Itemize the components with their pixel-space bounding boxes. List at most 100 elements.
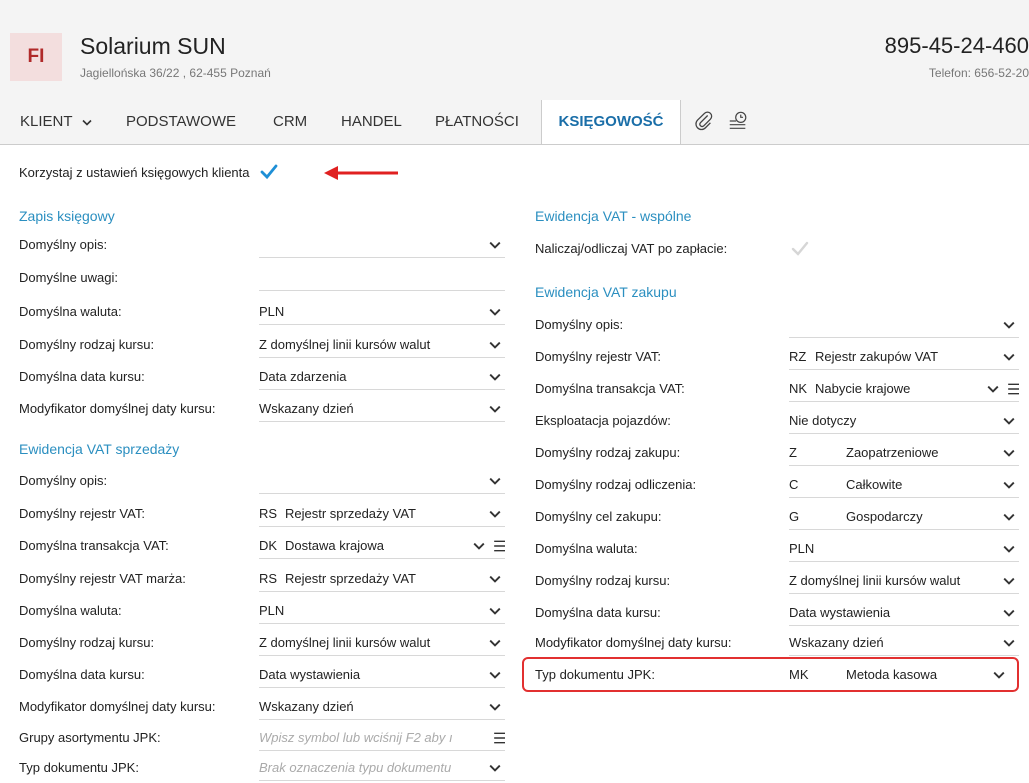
sprzedaz-row-rodzaj-kursu: Domyślny rodzaj kursu: Z domyślnej linii… [19, 628, 505, 658]
chevron-down-icon [1003, 630, 1015, 656]
chevron-down-icon [489, 468, 501, 494]
sprzedaz-rodzaj-kursu-select[interactable]: Z domyślnej linii kursów walut [259, 630, 505, 656]
field-label: Domyślny opis: [19, 473, 108, 488]
zapis-modyfikator-select[interactable]: Wskazany dzień [259, 396, 505, 422]
tab-crm[interactable]: CRM [273, 100, 307, 143]
tab-label: KSIĘGOWOŚĆ [558, 113, 664, 130]
field-label: Domyślny rejestr VAT: [535, 349, 661, 364]
zapis-row-opis: Domyślny opis: [19, 230, 505, 260]
zakup-row-waluta: Domyślna waluta: PLN [535, 534, 1019, 564]
zapis-uwagi-input[interactable] [259, 265, 505, 291]
field-label: Typ dokumentu JPK: [535, 667, 655, 682]
tab-podstawowe[interactable]: PODSTAWOWE [126, 100, 236, 143]
field-label: Domyślna waluta: [19, 304, 122, 319]
field-name: Nabycie krajowe [815, 381, 911, 396]
zakup-rodzaj-kursu-select[interactable]: Z domyślnej linii kursów walut [789, 568, 1019, 594]
chevron-down-icon [82, 119, 92, 126]
zakup-row-transakcja: Domyślna transakcja VAT: NK Nabycie kraj… [535, 374, 1019, 404]
tab-klient[interactable]: KLIENT [20, 100, 92, 143]
chevron-down-icon [489, 396, 501, 422]
field-label: Domyślna waluta: [19, 603, 122, 618]
zakup-waluta-select[interactable]: PLN [789, 536, 1019, 562]
field-label: Domyślny opis: [535, 317, 624, 332]
chevron-down-icon [987, 376, 999, 402]
zapis-waluta-select[interactable]: PLN [259, 299, 505, 325]
zapis-row-rodzaj-kursu: Domyślny rodzaj kursu: Z domyślnej linii… [19, 330, 505, 360]
field-value: Z domyślnej linii kursów walut [259, 635, 431, 650]
field-label: Domyślna waluta: [535, 541, 638, 556]
chevron-down-icon [1003, 312, 1015, 338]
field-label: Naliczaj/odliczaj VAT po zapłacie: [535, 241, 728, 256]
vat-po-zaplacie-checkbox[interactable] [789, 238, 811, 260]
field-value: Z domyślnej linii kursów walut [789, 573, 961, 588]
sprzedaz-waluta-select[interactable]: PLN [259, 598, 505, 624]
tab-label: HANDEL [341, 113, 402, 130]
field-label: Domyślny rejestr VAT marża: [19, 571, 186, 586]
zakup-pojazdy-select[interactable]: Nie dotyczy [789, 408, 1019, 434]
list-icon[interactable] [1007, 376, 1019, 402]
tab-platnosci[interactable]: PŁATNOŚCI [435, 100, 519, 143]
field-label: Domyślna data kursu: [19, 667, 145, 682]
section-title-sprzedaz: Ewidencja VAT sprzedaży [19, 441, 180, 457]
sprzedaz-rejestr-select[interactable]: RS Rejestr sprzedaży VAT [259, 501, 505, 527]
chevron-down-icon [1003, 440, 1015, 466]
sprzedaz-rejestr-marza-select[interactable]: RS Rejestr sprzedaży VAT [259, 566, 505, 592]
field-name: Rejestr sprzedaży VAT [285, 506, 417, 521]
list-icon[interactable] [493, 533, 505, 559]
zakup-row-rodzaj-odliczenia: Domyślny rodzaj odliczenia: C Całkowite [535, 470, 1019, 500]
section-title-wspolne: Ewidencja VAT - wspólne [535, 208, 692, 224]
chevron-down-icon [489, 332, 501, 358]
list-icon[interactable] [493, 725, 505, 751]
sprzedaz-typ-jpk-select[interactable]: Brak oznaczenia typu dokumentu [259, 755, 505, 781]
field-code: G [789, 509, 800, 524]
zakup-transakcja-select[interactable]: NK Nabycie krajowe [789, 376, 1019, 402]
history-icon[interactable] [727, 110, 749, 132]
sprzedaz-transakcja-select[interactable]: DK Dostawa krajowa [259, 533, 505, 559]
zakup-row-rodzaj-kursu: Domyślny rodzaj kursu: Z domyślnej linii… [535, 566, 1019, 596]
sprzedaz-modyfikator-select[interactable]: Wskazany dzień [259, 694, 505, 720]
zakup-rejestr-select[interactable]: RZ Rejestr zakupów VAT [789, 344, 1019, 370]
zakup-cel-zakupu-select[interactable]: G Gospodarczy [789, 504, 1019, 530]
client-address: Jagiellońska 36/22 , 62-455 Poznań [80, 66, 271, 80]
section-title-zakup: Ewidencja VAT zakupu [535, 284, 677, 300]
zakup-typ-jpk-select[interactable]: MK Metoda kasowa [789, 662, 1009, 688]
chevron-down-icon [489, 299, 501, 325]
zakup-modyfikator-select[interactable]: Wskazany dzień [789, 630, 1019, 656]
field-name: Rejestr sprzedaży VAT [285, 571, 417, 586]
zapis-rodzaj-kursu-select[interactable]: Z domyślnej linii kursów walut [259, 332, 505, 358]
tab-label: PODSTAWOWE [126, 113, 236, 130]
field-placeholder: Brak oznaczenia typu dokumentu [259, 760, 452, 775]
field-name: Całkowite [846, 477, 903, 492]
chevron-down-icon [1003, 408, 1015, 434]
tab-ksiegowosc[interactable]: KSIĘGOWOŚĆ [541, 100, 681, 144]
field-label: Domyślna data kursu: [535, 605, 661, 620]
sprzedaz-opis-select[interactable] [259, 468, 505, 494]
paperclip-icon[interactable] [693, 110, 715, 132]
zakup-row-pojazdy: Eksploatacja pojazdów: Nie dotyczy [535, 406, 1019, 436]
zapis-row-uwagi: Domyślne uwagi: [19, 263, 505, 293]
use-client-settings-row: Korzystaj z ustawień księgowych klienta [19, 160, 280, 184]
zapis-data-kursu-select[interactable]: Data zdarzenia [259, 364, 505, 390]
zapis-opis-select[interactable] [259, 232, 505, 258]
zakup-opis-select[interactable] [789, 312, 1019, 338]
zakup-data-kursu-select[interactable]: Data wystawienia [789, 600, 1019, 626]
field-value: Wskazany dzień [789, 635, 884, 650]
zakup-rodzaj-odliczenia-select[interactable]: C Całkowite [789, 472, 1019, 498]
use-client-settings-checkbox[interactable] [258, 161, 280, 183]
zakup-row-rejestr: Domyślny rejestr VAT: RZ Rejestr zakupów… [535, 342, 1019, 372]
field-value: Wskazany dzień [259, 699, 354, 714]
field-label: Eksploatacja pojazdów: [535, 413, 671, 428]
field-label: Domyślny rodzaj odliczenia: [535, 477, 697, 492]
tab-label: CRM [273, 113, 308, 130]
tab-bar: KLIENT PODSTAWOWE CRM HANDEL PŁATNOŚCI K… [0, 100, 1029, 145]
tab-handel[interactable]: HANDEL [341, 100, 402, 143]
client-phone: Telefon: 656-52-20 [928, 66, 1029, 80]
sprzedaz-grupy-jpk-input[interactable]: Wpisz symbol lub wciśnij F2 aby ı [259, 725, 505, 751]
sprzedaz-row-waluta: Domyślna waluta: PLN [19, 596, 505, 626]
zakup-rodzaj-zakupu-select[interactable]: Z Zaopatrzeniowe [789, 440, 1019, 466]
field-value: Z domyślnej linii kursów walut [259, 337, 431, 352]
sprzedaz-data-kursu-select[interactable]: Data wystawienia [259, 662, 505, 688]
field-code: Z [789, 445, 797, 460]
zapis-row-modyfikator: Modyfikator domyślnej daty kursu: Wskaza… [19, 394, 505, 424]
chevron-down-icon [489, 364, 501, 390]
